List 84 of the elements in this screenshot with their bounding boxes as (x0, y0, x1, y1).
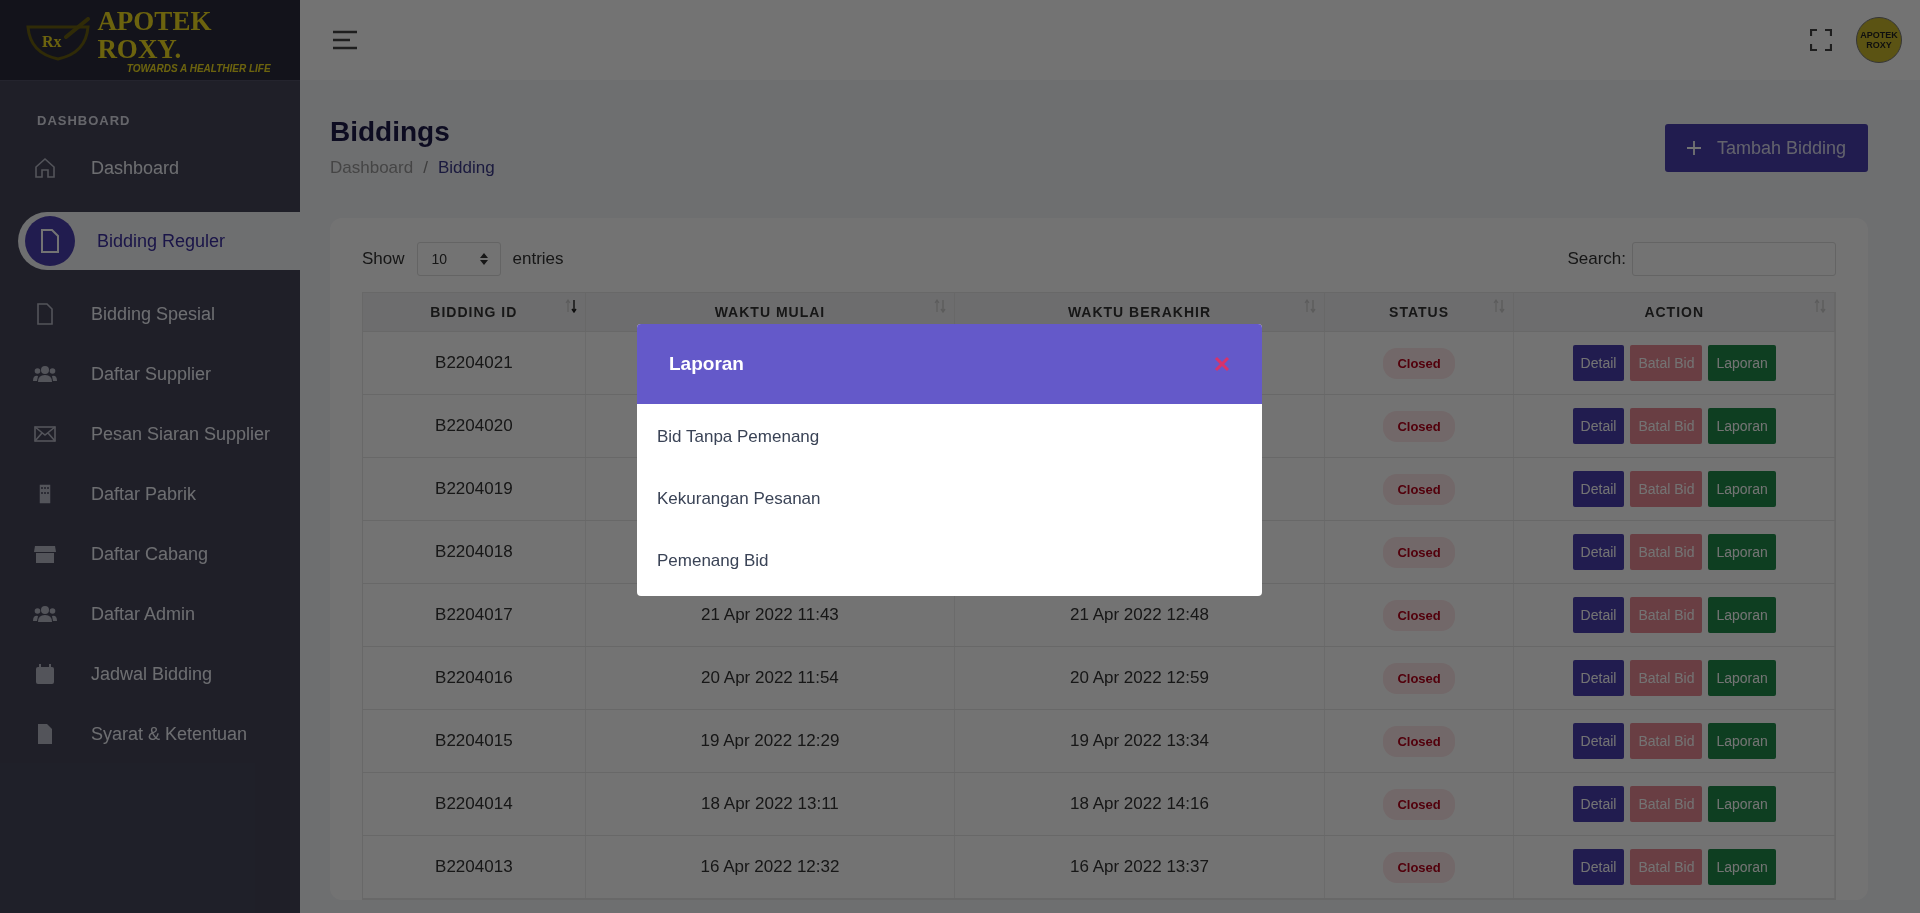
table-cell: B2204017 (435, 605, 513, 625)
home-icon (33, 156, 57, 180)
status-badge: Closed (1383, 851, 1455, 883)
report-button[interactable]: Laporan (1708, 597, 1776, 633)
section-label: DASHBOARD (36, 112, 132, 128)
table-cell: B2204015 (435, 731, 513, 751)
column-header[interactable]: BIDDING ID (363, 293, 586, 331)
sidebar-item[interactable]: Bidding Spesial (0, 284, 300, 344)
sidebar-item[interactable]: Daftar Cabang (0, 524, 300, 584)
status-badge: Closed (1383, 410, 1455, 442)
table-cell: B2204014 (435, 794, 513, 814)
sidebar-item[interactable]: Daftar Pabrik (0, 464, 300, 524)
table-cell: 18 Apr 2022 13:11 (701, 794, 839, 814)
logo-name: APOTEK ROXY. (97, 6, 213, 63)
table-cell: 20 Apr 2022 12:59 (1069, 668, 1209, 688)
sidebar-item[interactable]: Dashboard (0, 138, 300, 198)
report-button[interactable]: Laporan (1708, 849, 1776, 885)
report-button[interactable]: Laporan (1708, 660, 1776, 696)
page-title: Biddings (330, 116, 451, 148)
report-option[interactable]: Pemenang Bid (637, 530, 1262, 592)
table-cell: 20 Apr 2022 11:54 (701, 668, 839, 688)
detail-button[interactable]: Detail (1572, 534, 1625, 570)
add-bidding-button[interactable]: Tambah Bidding (1664, 124, 1868, 172)
detail-button[interactable]: Detail (1572, 660, 1625, 696)
column-header[interactable]: ACTION (1514, 293, 1835, 331)
sidebar-item[interactable]: Daftar Supplier (0, 344, 300, 404)
table-cell: 21 Apr 2022 12:48 (1069, 605, 1209, 625)
sidebar-item[interactable]: Pesan Siaran Supplier (0, 404, 300, 464)
status-badge: Closed (1383, 788, 1455, 820)
breadcrumb-current: Bidding (437, 158, 495, 178)
detail-button[interactable]: Detail (1572, 345, 1625, 381)
status-badge: Closed (1383, 536, 1455, 568)
table-cell: B2204020 (435, 416, 513, 436)
status-badge: Closed (1383, 473, 1455, 505)
menu-icon[interactable] (332, 30, 358, 50)
column-header[interactable]: STATUS (1324, 293, 1515, 331)
table-cell: B2204019 (435, 479, 513, 499)
table-cell: 16 Apr 2022 12:32 (700, 857, 840, 877)
report-button[interactable]: Laporan (1708, 786, 1776, 822)
avatar[interactable]: APOTEK ROXY (1856, 17, 1902, 63)
table-cell: 16 Apr 2022 13:37 (1069, 857, 1209, 877)
file-icon (25, 216, 75, 266)
sort-caret-icon (479, 253, 488, 265)
calendar-icon (33, 662, 57, 686)
detail-button[interactable]: Detail (1572, 597, 1625, 633)
show-label: Show (362, 249, 405, 269)
logo-mark: Rx (42, 33, 62, 51)
detail-button[interactable]: Detail (1572, 408, 1625, 444)
report-button[interactable]: Laporan (1708, 723, 1776, 759)
mortar-icon (26, 17, 92, 63)
detail-button[interactable]: Detail (1572, 723, 1625, 759)
search-label: Search: (1567, 249, 1626, 269)
detail-button[interactable]: Detail (1572, 786, 1625, 822)
table-cell: 19 Apr 2022 12:29 (700, 731, 840, 751)
sidebar-item[interactable]: Syarat & Ketentuan (0, 704, 300, 764)
sidebar-item[interactable]: Bidding Reguler (18, 212, 300, 270)
page-size-select[interactable]: 10 (416, 242, 501, 276)
status-badge: Closed (1383, 347, 1455, 379)
detail-button[interactable]: Detail (1572, 849, 1625, 885)
dialog-title: Laporan (669, 353, 744, 375)
table-cell: 21 Apr 2022 11:43 (701, 605, 839, 625)
breadcrumb-separator: / (423, 158, 428, 178)
sidebar-item[interactable]: Jadwal Bidding (0, 644, 300, 704)
table-cell: B2204013 (435, 857, 513, 877)
table-cell: 18 Apr 2022 14:16 (1069, 794, 1209, 814)
status-badge: Closed (1383, 599, 1455, 631)
report-button[interactable]: Laporan (1708, 345, 1776, 381)
report-button[interactable]: Laporan (1708, 471, 1776, 507)
report-button[interactable]: Laporan (1708, 408, 1776, 444)
status-badge: Closed (1383, 725, 1455, 757)
status-badge: Closed (1383, 662, 1455, 694)
table-cell: B2204016 (435, 668, 513, 688)
table-cell: B2204018 (435, 542, 513, 562)
report-option[interactable]: Kekurangan Pesanan (637, 468, 1262, 530)
table-cell: B2204021 (435, 353, 513, 373)
logo-tagline: TOWARDS A HEALTHIER LIFE (126, 62, 271, 74)
fullscreen-icon[interactable] (1810, 29, 1832, 51)
report-button[interactable]: Laporan (1708, 534, 1776, 570)
detail-button[interactable]: Detail (1572, 471, 1625, 507)
table-cell: 19 Apr 2022 13:34 (1069, 731, 1209, 751)
entries-label: entries (512, 249, 564, 269)
plus-icon (1686, 141, 1701, 155)
report-option[interactable]: Bid Tanpa Pemenang (637, 406, 1262, 468)
sidebar-item[interactable]: Daftar Admin (0, 584, 300, 644)
